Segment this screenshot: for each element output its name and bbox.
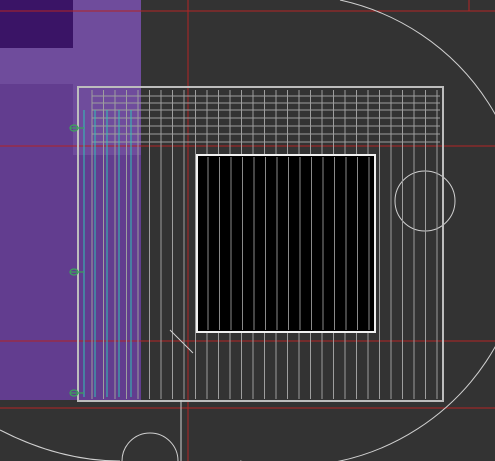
bottom-arc xyxy=(121,432,179,461)
drawing-canvas[interactable] xyxy=(0,0,495,461)
cad-viewport[interactable] xyxy=(0,0,495,461)
selection-dark-region xyxy=(0,0,73,48)
lower-arc xyxy=(0,429,121,461)
black-panel[interactable] xyxy=(196,154,376,333)
selection-overlay-top xyxy=(0,48,73,84)
